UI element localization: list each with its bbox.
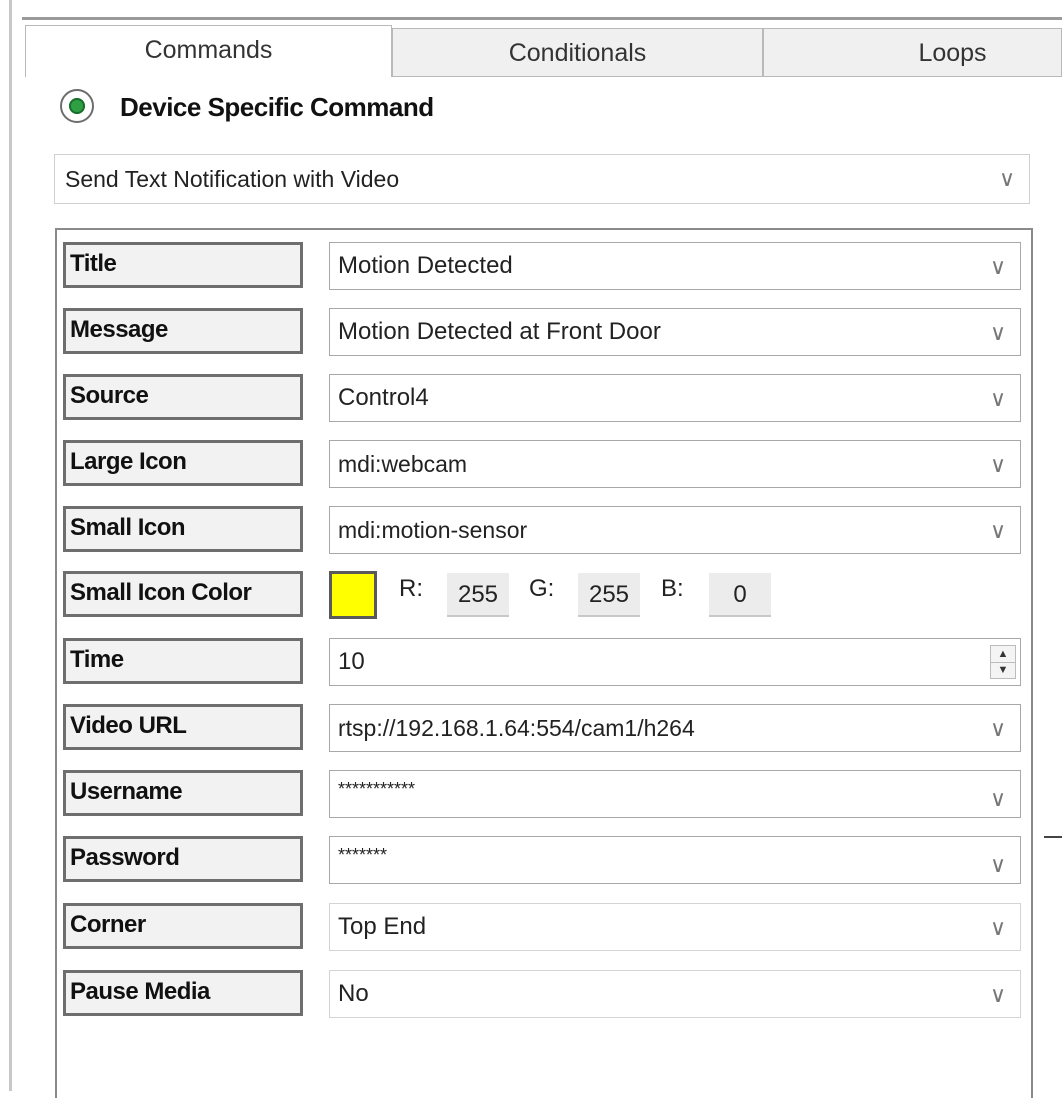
device-specific-command-radio[interactable]: [60, 89, 94, 123]
message-field[interactable]: Motion Detected at Front Door ∨: [329, 308, 1021, 356]
red-value-field[interactable]: 255: [447, 573, 509, 617]
small-icon-value: mdi:motion-sensor: [338, 517, 528, 543]
tab-commands[interactable]: Commands: [25, 25, 392, 77]
large-icon-value: mdi:webcam: [338, 451, 468, 477]
video-url-value: rtsp://192.168.1.64:554/cam1/h264: [338, 715, 695, 741]
corner-label: Corner: [63, 903, 303, 949]
color-swatch[interactable]: [329, 571, 377, 619]
spinner-down-icon[interactable]: ▼: [991, 662, 1015, 678]
small-icon-field[interactable]: mdi:motion-sensor ∨: [329, 506, 1021, 554]
chevron-down-icon[interactable]: ∨: [988, 507, 1008, 555]
password-field[interactable]: ******* ∨: [329, 836, 1021, 884]
chevron-down-icon[interactable]: ∨: [988, 309, 1008, 357]
message-label: Message: [63, 308, 303, 354]
chevron-down-icon[interactable]: ∨: [988, 441, 1008, 489]
chevron-down-icon[interactable]: ∨: [988, 771, 1008, 819]
device-specific-command-label: Device Specific Command: [120, 92, 434, 122]
message-value: Motion Detected at Front Door: [338, 318, 661, 345]
side-tick-mark: [1044, 836, 1062, 838]
green-value-field[interactable]: 255: [578, 573, 640, 617]
username-value: ***********: [338, 779, 416, 799]
small-icon-label: Small Icon: [63, 506, 303, 552]
title-field[interactable]: Motion Detected ∨: [329, 242, 1021, 290]
window-left-edge: [9, 0, 12, 1091]
video-url-field[interactable]: rtsp://192.168.1.64:554/cam1/h264 ∨: [329, 704, 1021, 752]
title-label: Title: [63, 242, 303, 288]
red-label: R:: [399, 575, 423, 602]
chevron-down-icon[interactable]: ∨: [988, 971, 1008, 1019]
spinner-arrows-icon[interactable]: ▲ ▼: [990, 645, 1016, 679]
source-field[interactable]: Control4 ∨: [329, 374, 1021, 422]
title-value: Motion Detected: [338, 252, 513, 279]
blue-value-field[interactable]: 0: [709, 573, 771, 617]
corner-field[interactable]: Top End ∨: [329, 903, 1021, 951]
time-field[interactable]: 10 ▲ ▼: [329, 638, 1021, 686]
large-icon-label: Large Icon: [63, 440, 303, 486]
tab-loops[interactable]: Loops: [763, 28, 1062, 76]
time-label: Time: [63, 638, 303, 684]
radio-selected-dot: [69, 98, 85, 114]
source-label: Source: [63, 374, 303, 420]
source-value: Control4: [338, 384, 429, 411]
password-label: Password: [63, 836, 303, 882]
pause-media-value: No: [338, 980, 369, 1007]
corner-value: Top End: [338, 913, 427, 940]
chevron-down-icon[interactable]: ∨: [988, 243, 1008, 291]
video-url-label: Video URL: [63, 704, 303, 750]
chevron-down-icon[interactable]: ∨: [988, 837, 1008, 885]
top-divider: [22, 17, 1062, 20]
username-label: Username: [63, 770, 303, 816]
tab-conditionals[interactable]: Conditionals: [392, 28, 763, 76]
chevron-down-icon[interactable]: ∨: [988, 375, 1008, 423]
time-value: 10: [338, 648, 365, 675]
spinner-up-icon[interactable]: ▲: [991, 646, 1015, 663]
small-icon-color-label: Small Icon Color: [63, 571, 303, 617]
pause-media-label: Pause Media: [63, 970, 303, 1016]
command-select-value: Send Text Notification with Video: [65, 166, 400, 192]
password-value: *******: [338, 845, 388, 865]
pause-media-field[interactable]: No ∨: [329, 970, 1021, 1018]
chevron-down-icon[interactable]: ∨: [997, 155, 1017, 203]
command-select[interactable]: Send Text Notification with Video ∨: [54, 154, 1030, 204]
green-label: G:: [529, 575, 555, 602]
username-field[interactable]: *********** ∨: [329, 770, 1021, 818]
blue-label: B:: [661, 575, 684, 602]
tab-strip-divider: [392, 76, 1062, 77]
chevron-down-icon[interactable]: ∨: [988, 705, 1008, 753]
large-icon-field[interactable]: mdi:webcam ∨: [329, 440, 1021, 488]
chevron-down-icon[interactable]: ∨: [988, 904, 1008, 952]
